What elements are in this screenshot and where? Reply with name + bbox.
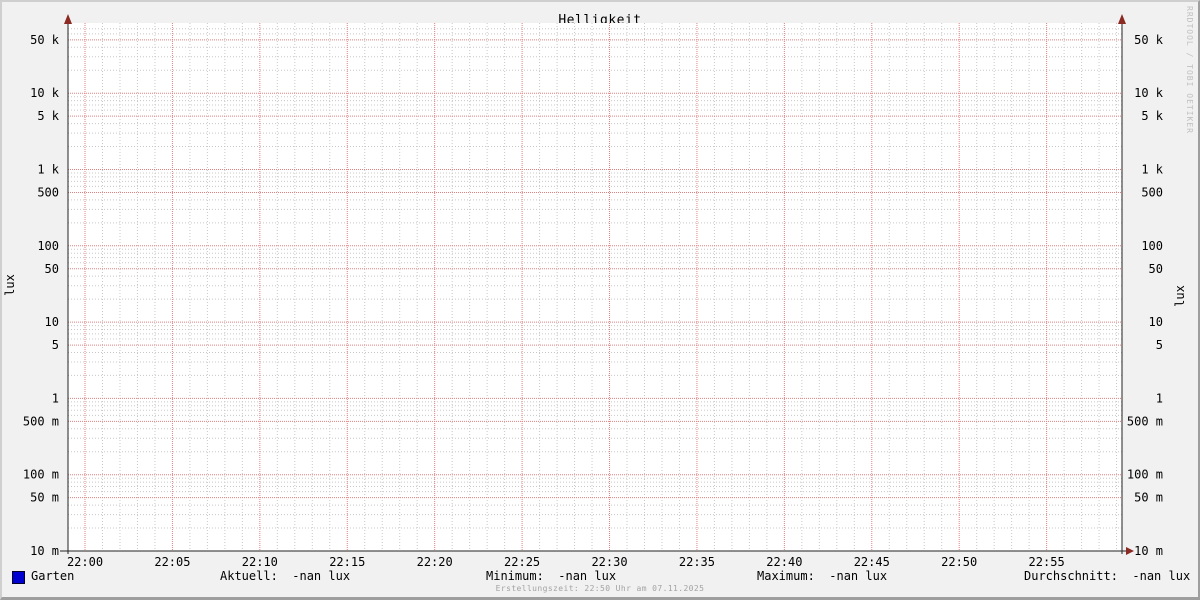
legend-stat-minimum: Minimum: -nan lux xyxy=(486,569,617,583)
rrdtool-graph: Helligkeit RRDTOOL / TOBI OETIKER lux lu… xyxy=(0,0,1200,600)
creation-time-text: Erstellungszeit: 22:50 Uhr am 07.11.2025 xyxy=(495,584,705,593)
legend-series-label: Garten xyxy=(31,569,75,583)
legend-swatch xyxy=(12,571,25,584)
legend-stat-aktuell: Aktuell: -nan lux xyxy=(220,569,351,583)
legend: Garten Aktuell: -nan lux Minimum: -nan l… xyxy=(2,2,1198,597)
legend-stat-durchschnitt: Durchschnitt: -nan lux xyxy=(1024,569,1191,583)
legend-stat-maximum: Maximum: -nan lux xyxy=(757,569,888,583)
